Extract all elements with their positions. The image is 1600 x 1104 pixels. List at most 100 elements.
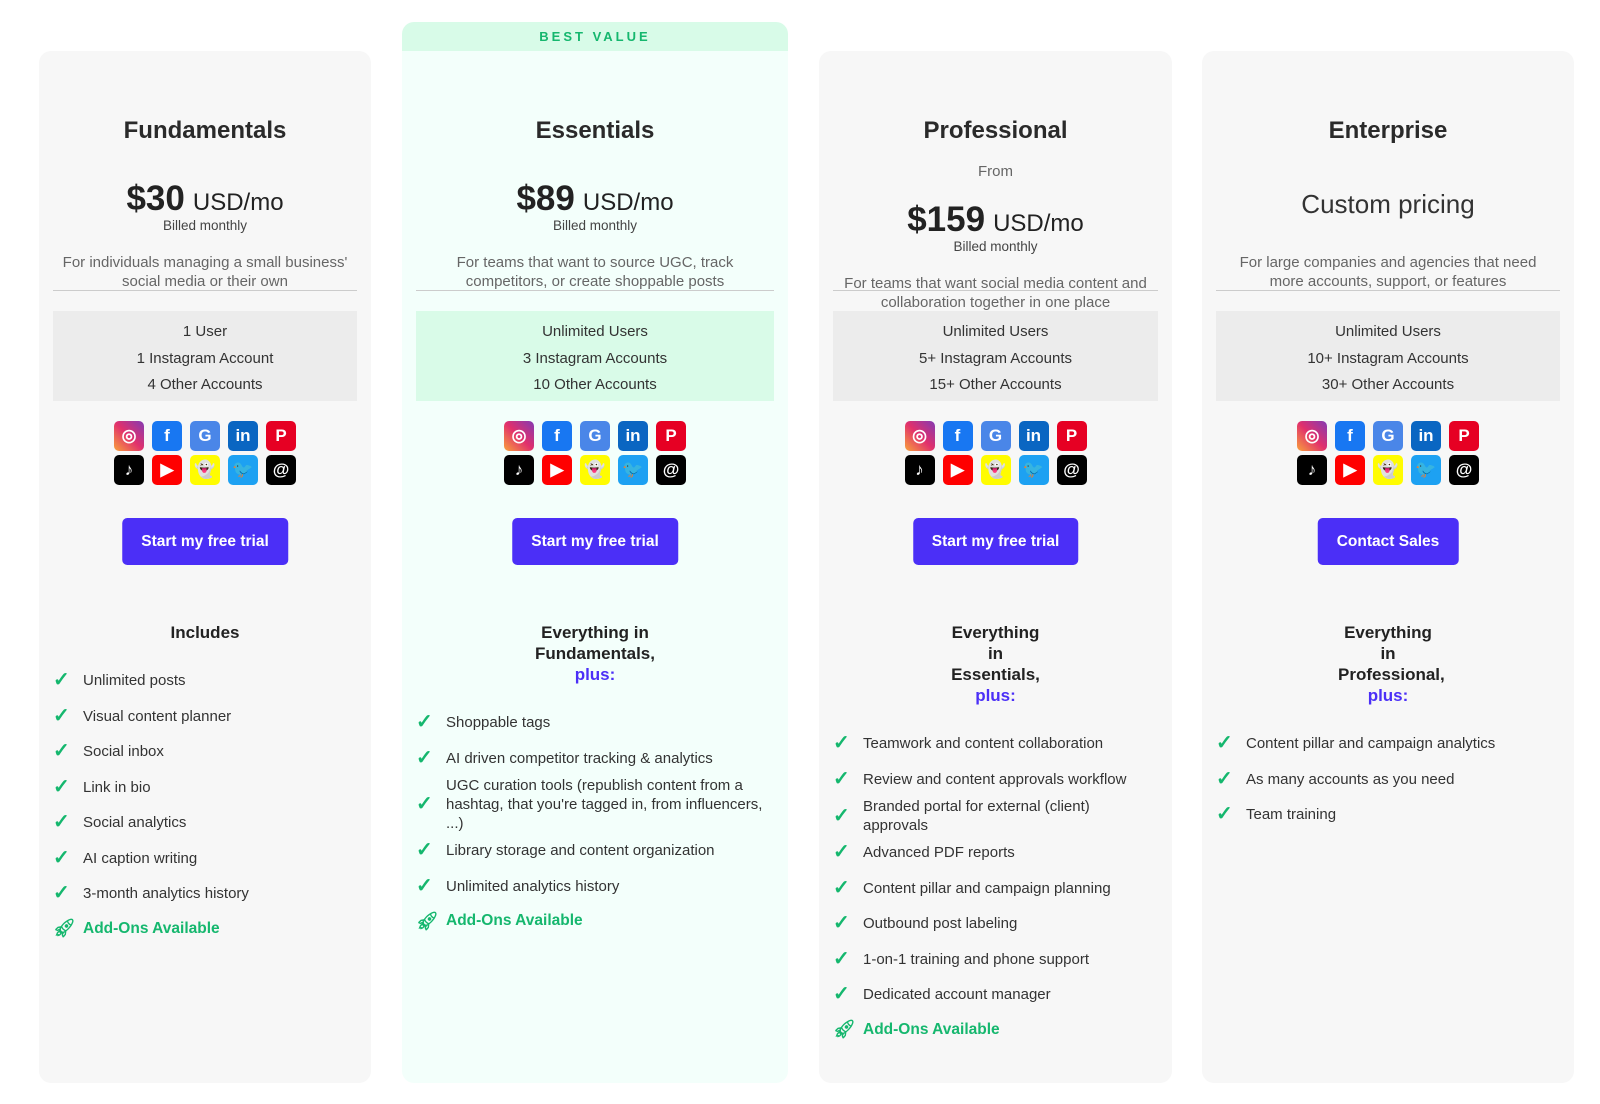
threads-icon: @ xyxy=(266,455,296,485)
cta-button[interactable]: Start my free trial xyxy=(512,518,678,565)
twitter-icon: 🐦 xyxy=(618,455,648,485)
add-ons-label: Add-Ons Available xyxy=(446,912,583,929)
facebook-icon: f xyxy=(942,421,973,451)
best-value-banner: BEST VALUE xyxy=(402,22,788,51)
twitter-icon: 🐦 xyxy=(1411,455,1441,485)
cta-button[interactable]: Contact Sales xyxy=(1317,518,1459,565)
divider xyxy=(833,290,1158,291)
feature-text: Advanced PDF reports xyxy=(863,844,1015,862)
plan-card-essentials: Essentials $89 USD/mo Billed monthly For tea… xyxy=(402,51,788,1083)
plan-name: Essentials xyxy=(535,117,655,144)
check-icon: ✓ xyxy=(833,767,850,790)
feature-item: ✓ Social inbox xyxy=(53,734,357,770)
features-heading: Everything in Fundamentals, plus: xyxy=(525,622,665,685)
tiktok-icon: ♪ xyxy=(1297,455,1327,485)
feature-item: ✓ Advanced PDF reports xyxy=(833,835,1158,871)
feature-list: ✓ Shoppable tags ✓ AI driven competitor tra… xyxy=(416,705,774,904)
account-limit: 10+ Instagram Accounts xyxy=(1307,349,1469,367)
feature-text: Branded portal for external (client) app… xyxy=(863,798,1090,834)
add-ons-link[interactable]: 🚀︎ Add-Ons Available xyxy=(833,1013,1158,1047)
feature-item: ✓ Unlimited analytics history xyxy=(416,869,774,905)
check-icon: ✓ xyxy=(833,732,850,755)
linkedin-icon: in xyxy=(1411,421,1441,451)
feature-text: Team training xyxy=(1246,806,1337,824)
pinterest-icon: P xyxy=(266,421,296,451)
features: Everything in Professional, plus: ✓ Content… xyxy=(1216,622,1560,833)
feature-item: ✓ Outbound post labeling xyxy=(833,906,1158,942)
cta-button[interactable]: Start my free trial xyxy=(122,518,288,565)
instagram-icon: ◎ xyxy=(1297,421,1327,451)
check-icon: ✓ xyxy=(416,839,433,862)
youtube-icon: ▶ xyxy=(942,455,973,485)
price-amount: $159 xyxy=(907,200,986,239)
facebook-icon: f xyxy=(542,421,572,451)
feature-text: Review and content approvals workflow xyxy=(863,770,1127,788)
snapchat-icon: 👻 xyxy=(1373,455,1403,485)
feature-text: 3-month analytics history xyxy=(83,885,249,903)
add-ons-link[interactable]: 🚀︎ Add-Ons Available xyxy=(416,904,774,938)
feature-item: ✓ Team training xyxy=(1216,797,1560,833)
price-amount: $30 xyxy=(126,179,185,218)
feature-item: ✓ Dedicated account manager xyxy=(833,977,1158,1013)
feature-text: Link in bio xyxy=(83,778,151,796)
check-icon: ✓ xyxy=(1216,803,1233,826)
account-limit: 15+ Other Accounts xyxy=(929,376,1062,393)
account-limit: 30+ Other Accounts xyxy=(1321,376,1455,393)
rocket-icon: 🚀︎ xyxy=(53,918,76,938)
billing-period: Billed monthly xyxy=(162,218,248,233)
tiktok-icon: ♪ xyxy=(904,455,935,485)
feature-item: ✓ As many accounts as you need xyxy=(1216,762,1560,798)
add-ons-link[interactable]: 🚀︎ Add-Ons Available xyxy=(53,912,357,946)
feature-text: Unlimited analytics history xyxy=(446,877,620,895)
account-limit: 3 Instagram Accounts xyxy=(522,349,668,367)
twitter-icon: 🐦 xyxy=(228,455,258,485)
account-limit: 4 Other Accounts xyxy=(147,376,263,393)
linkedin-icon: in xyxy=(1018,421,1049,451)
feature-item: ✓ Teamwork and content collaboration xyxy=(833,726,1158,762)
features: Everything in Fundamentals, plus: ✓ Shoppab… xyxy=(416,622,774,938)
price: $30 USD/mo xyxy=(39,179,371,219)
feature-item: ✓ Link in bio xyxy=(53,770,357,806)
feature-text: Outbound post labeling xyxy=(863,915,1018,933)
check-icon: ✓ xyxy=(53,882,70,905)
features-heading-text: Everything in Fundamentals, xyxy=(535,623,655,663)
check-icon: ✓ xyxy=(833,983,850,1006)
rocket-icon: 🚀︎ xyxy=(416,910,439,931)
snapchat-icon: 👻 xyxy=(580,455,610,485)
price-unit: USD/mo xyxy=(192,189,284,216)
google-business-icon: G xyxy=(580,421,610,451)
feature-item: ✓ Content pillar and campaign analytics xyxy=(1216,726,1560,762)
feature-text: 1-on-1 training and phone support xyxy=(863,950,1089,968)
features-heading-text: Includes xyxy=(170,623,240,642)
plan-description: For individuals managing a small busines… xyxy=(62,254,348,290)
plan-description: For teams that want to source UGC, track… xyxy=(456,254,734,290)
check-icon: ✓ xyxy=(833,947,850,970)
add-ons-label: Add-Ons Available xyxy=(863,1020,1000,1038)
instagram-icon: ◎ xyxy=(904,421,935,451)
custom-pricing: Custom pricing xyxy=(1301,189,1475,219)
account-limits: Unlimited Users 5+ Instagram Accounts 15+ … xyxy=(833,311,1158,401)
check-icon: ✓ xyxy=(53,704,70,727)
feature-item: ✓ Library storage and content organizatio… xyxy=(416,833,774,869)
account-limits: 1 User 1 Instagram Account 4 Other Account… xyxy=(53,311,357,401)
check-icon: ✓ xyxy=(833,804,850,827)
plan-card-professional: Professional From $159 USD/mo Billed monthly… xyxy=(819,51,1172,1083)
pinterest-icon: P xyxy=(1449,421,1479,451)
plus-label: plus: xyxy=(574,665,616,684)
youtube-icon: ▶ xyxy=(542,455,572,485)
feature-item: ✓ 1-on-1 training and phone support xyxy=(833,942,1158,978)
cta-button[interactable]: Start my free trial xyxy=(912,518,1079,565)
add-ons-label: Add-Ons Available xyxy=(83,919,220,937)
plan-description: For teams that want social media content… xyxy=(844,275,1147,311)
feature-item: ✓ Unlimited posts xyxy=(53,663,357,699)
plan-name: Enterprise xyxy=(1328,117,1448,144)
feature-text: AI caption writing xyxy=(83,849,198,867)
plan-card-fundamentals: Fundamentals $30 USD/mo Billed monthly For i… xyxy=(39,51,371,1083)
account-limit: Unlimited Users xyxy=(1335,323,1441,340)
account-limit: Unlimited Users xyxy=(542,323,648,340)
account-limits: Unlimited Users 3 Instagram Accounts 10 Ot… xyxy=(416,311,774,401)
feature-list: ✓ Teamwork and content collaboration ✓ Revi… xyxy=(833,726,1158,1013)
check-icon: ✓ xyxy=(416,711,433,734)
features-heading: Everything in Essentials, plus: xyxy=(946,622,1046,706)
check-icon: ✓ xyxy=(53,846,70,869)
